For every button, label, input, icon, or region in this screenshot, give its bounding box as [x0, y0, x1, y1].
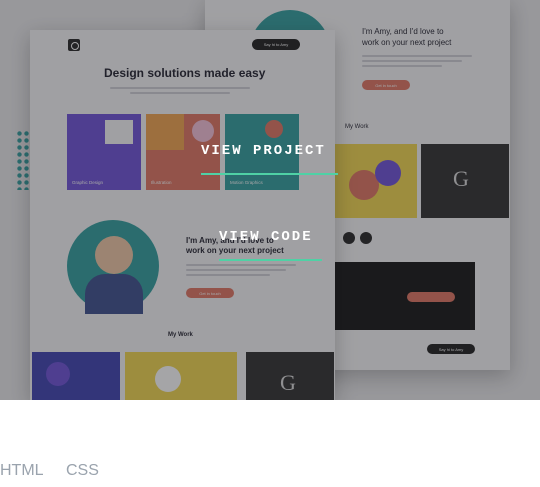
view-project-underline [201, 173, 338, 175]
tag-css: CSS [66, 462, 99, 479]
view-code-underline [219, 259, 322, 261]
project-preview[interactable]: I'm Amy, and I'd love to work on your ne… [0, 0, 540, 400]
tag-html: HTML [0, 462, 44, 479]
view-project-link[interactable]: VIEW PROJECT [201, 143, 326, 159]
hover-overlay [0, 0, 540, 400]
view-code-link[interactable]: VIEW CODE [219, 229, 313, 245]
